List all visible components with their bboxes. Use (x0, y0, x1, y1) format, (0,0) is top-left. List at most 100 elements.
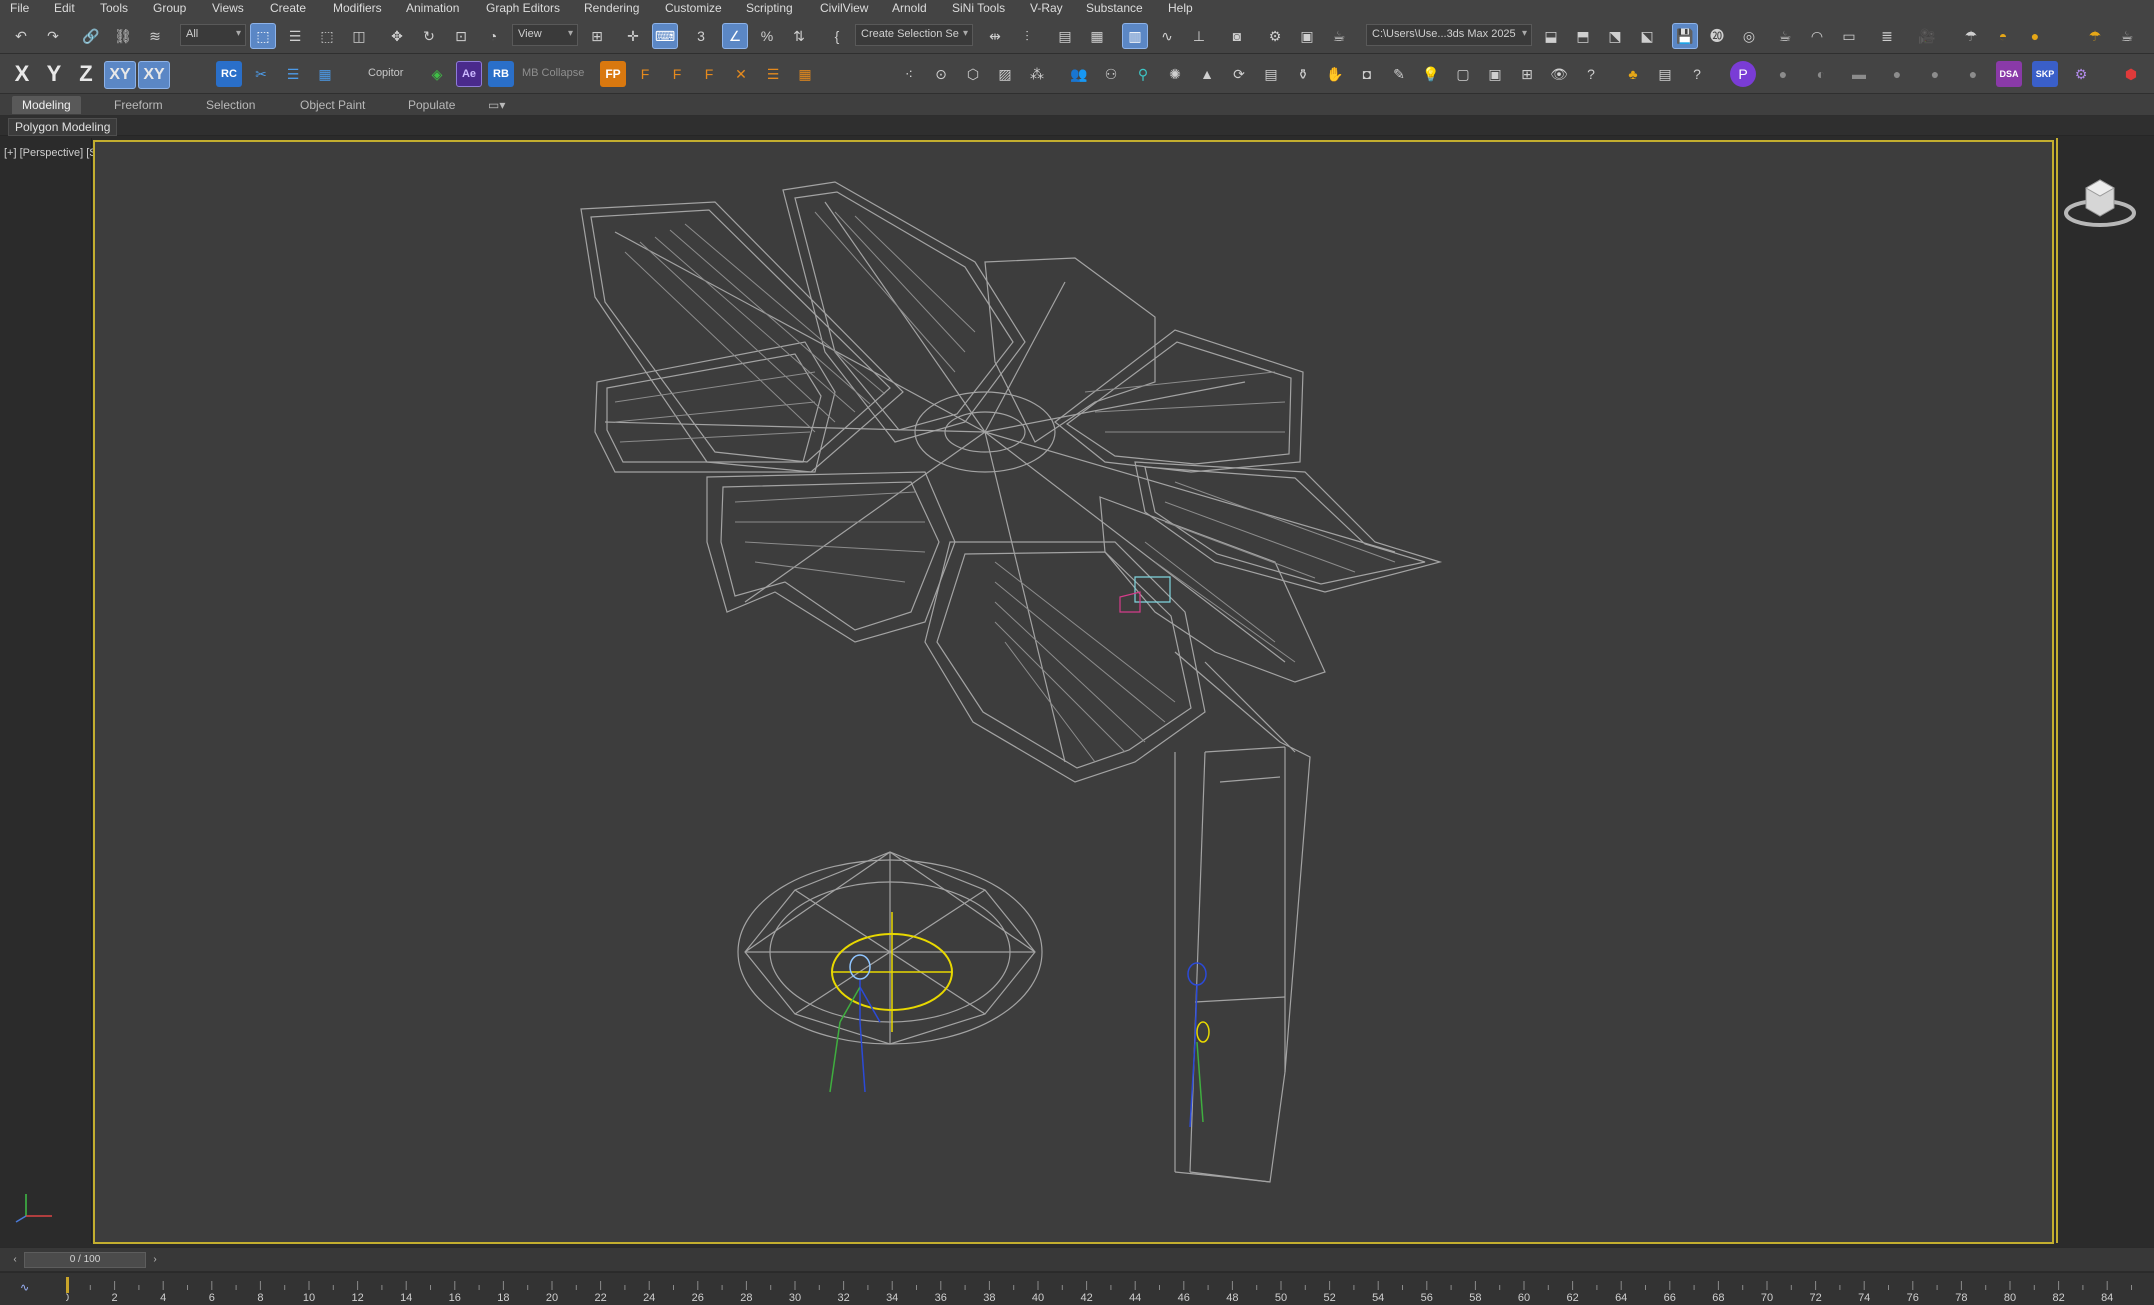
sun-arch-icon[interactable]: ◠ (1804, 23, 1830, 49)
percent-snap-icon[interactable]: % (754, 23, 780, 49)
undo-icon[interactable]: ↶ (8, 23, 34, 49)
bind-space-warp-icon[interactable]: ≋ (142, 23, 168, 49)
polygon-modeling-panel[interactable]: Polygon Modeling (8, 118, 118, 136)
menu-graph-editors[interactable]: Graph Editors (486, 0, 560, 16)
forest-icon[interactable]: ♣ (1620, 61, 1646, 87)
axis-y-button[interactable]: Y (40, 61, 68, 87)
dim-box-icon[interactable]: ▬ (1846, 61, 1872, 87)
toggle-ribbon-icon[interactable]: ▦ (1084, 23, 1110, 49)
dim-ring-icon[interactable]: ◐ (1808, 61, 1834, 87)
menu-file[interactable]: File (10, 0, 29, 16)
menu-civilview[interactable]: CivilView (820, 0, 868, 16)
tools-icon[interactable]: ✂ (248, 61, 274, 87)
menu-tools[interactable]: Tools (100, 0, 128, 16)
window-crossing-icon[interactable]: ◫ (346, 23, 372, 49)
snaps-toggle-icon[interactable]: 3 (688, 23, 714, 49)
gear-plugin-icon[interactable]: ⚙ (2068, 61, 2094, 87)
angle-snap-icon[interactable]: ∠ (722, 23, 748, 49)
spinner-snap-icon[interactable]: ⇅ (786, 23, 812, 49)
align-icon[interactable]: ⫶ (1014, 23, 1040, 49)
wrench-icon[interactable]: ✕ (728, 61, 754, 87)
image-icon[interactable]: ▨ (992, 61, 1018, 87)
dim-sphere-2-icon[interactable]: ● (1922, 61, 1948, 87)
dsa-button[interactable]: DSA (1996, 61, 2022, 87)
target-icon[interactable]: ⊙ (928, 61, 954, 87)
project-folder-icon[interactable]: ⬓ (1538, 23, 1564, 49)
copitor-button[interactable]: Copitor (368, 67, 403, 79)
render-20-icon[interactable]: ⓴ (1704, 23, 1730, 49)
scale-icon[interactable]: ⊡ (448, 23, 474, 49)
rc-button[interactable]: RC (216, 61, 242, 87)
edit-named-selection-icon[interactable]: { (824, 23, 850, 49)
plugin-p-icon[interactable]: P (1730, 61, 1756, 87)
set-project-icon[interactable]: ⬒ (1570, 23, 1596, 49)
tree-icon[interactable]: ▲ (1194, 61, 1220, 87)
selection-filter-dropdown[interactable]: All (180, 24, 246, 46)
fs-tool-1-icon[interactable]: F (632, 61, 658, 87)
camera-frame-icon[interactable]: ▭ (1836, 23, 1862, 49)
fs-tool-3-icon[interactable]: F (696, 61, 722, 87)
menu-scripting[interactable]: Scripting (746, 0, 793, 16)
help-circle-icon[interactable]: ? (1578, 61, 1604, 87)
rendered-frame-window-icon[interactable]: ▣ (1294, 23, 1320, 49)
tab-freeform[interactable]: Freeform (104, 96, 173, 114)
ae-button[interactable]: Ae (456, 61, 482, 87)
ribbon-options-icon[interactable]: ▭▾ (478, 96, 515, 114)
dome-light-icon[interactable]: ◓ (1990, 23, 2016, 49)
shapes-icon[interactable]: ⬡ (960, 61, 986, 87)
time-prev-button[interactable]: ‹ (8, 1252, 22, 1268)
project-path-dropdown[interactable]: C:\Users\Use...3ds Max 2025 (1366, 24, 1532, 46)
close-project-icon[interactable]: ⬕ (1634, 23, 1660, 49)
dim-sphere-icon[interactable]: ● (1770, 61, 1796, 87)
paint-icon[interactable]: ✎ (1386, 61, 1412, 87)
select-object-icon[interactable]: ⬚ (250, 23, 276, 49)
menu-sini-tools[interactable]: SiNi Tools (952, 0, 1005, 16)
menu-views[interactable]: Views (212, 0, 244, 16)
save-icon[interactable]: 💾 (1672, 23, 1698, 49)
layers-icon[interactable]: ◈ (424, 61, 450, 87)
redo-icon[interactable]: ↷ (40, 23, 66, 49)
cube-select-icon[interactable]: ◘ (1354, 61, 1380, 87)
orange-list-icon[interactable]: ☰ (760, 61, 786, 87)
box-icon[interactable]: ▢ (1450, 61, 1476, 87)
reference-coordinate-dropdown[interactable]: View (512, 24, 578, 46)
material-editor-icon[interactable]: ◙ (1224, 23, 1250, 49)
mirror-icon[interactable]: ⇹ (982, 23, 1008, 49)
time-slider[interactable]: 0 / 100 (24, 1252, 146, 1268)
pivot-center-icon[interactable]: ⊞ (584, 23, 610, 49)
grid-snap-icon[interactable]: ⊞ (1514, 61, 1540, 87)
viewcube-icon[interactable] (2058, 168, 2154, 248)
rectangular-selection-icon[interactable]: ⬚ (314, 23, 340, 49)
dim-ball-icon[interactable]: ● (1960, 61, 1986, 87)
scene-explorer-icon[interactable]: ▥ (1122, 23, 1148, 49)
axis-z-button[interactable]: Z (72, 61, 100, 87)
render-production-icon[interactable]: ☕ (1326, 23, 1352, 49)
sun-icon[interactable]: ✺ (1162, 61, 1188, 87)
named-selection-dropdown[interactable]: Create Selection Se (855, 24, 973, 46)
tab-selection[interactable]: Selection (196, 96, 265, 114)
dim-teapot-icon[interactable]: ● (1884, 61, 1910, 87)
curve-editor-icon[interactable]: ∿ (1154, 23, 1180, 49)
schematic-view-icon[interactable]: ⊥ (1186, 23, 1212, 49)
axis-xy-button[interactable]: XY (104, 61, 136, 89)
fp-button[interactable]: FP (600, 61, 626, 87)
menu-group[interactable]: Group (153, 0, 186, 16)
rotate-icon[interactable]: ↻ (416, 23, 442, 49)
movie-camera-icon[interactable]: 🎥 (1914, 23, 1940, 49)
unlink-icon[interactable]: ⛓ (110, 23, 136, 49)
tab-modeling[interactable]: Modeling (12, 96, 81, 114)
mb-collapse-button[interactable]: MB Collapse (522, 67, 584, 79)
lamp-icon[interactable]: ☂ (1958, 23, 1984, 49)
menu-help[interactable]: Help (1168, 0, 1193, 16)
track-bar[interactable]: ∿ 02468101214161820222426283032343638404… (0, 1272, 2154, 1305)
select-manipulate-icon[interactable]: ✛ (620, 23, 646, 49)
tab-populate[interactable]: Populate (398, 96, 465, 114)
question-icon[interactable]: ? (1684, 61, 1710, 87)
fs-tool-2-icon[interactable]: F (664, 61, 690, 87)
crowd-icon[interactable]: ⚇ (1098, 61, 1124, 87)
pin-icon[interactable]: ⚲ (1130, 61, 1156, 87)
time-next-button[interactable]: › (148, 1252, 162, 1268)
perspective-viewport[interactable] (93, 140, 2054, 1244)
eye-icon[interactable]: 👁 (1546, 61, 1572, 87)
scatter-icon[interactable]: ⁂ (1024, 61, 1050, 87)
